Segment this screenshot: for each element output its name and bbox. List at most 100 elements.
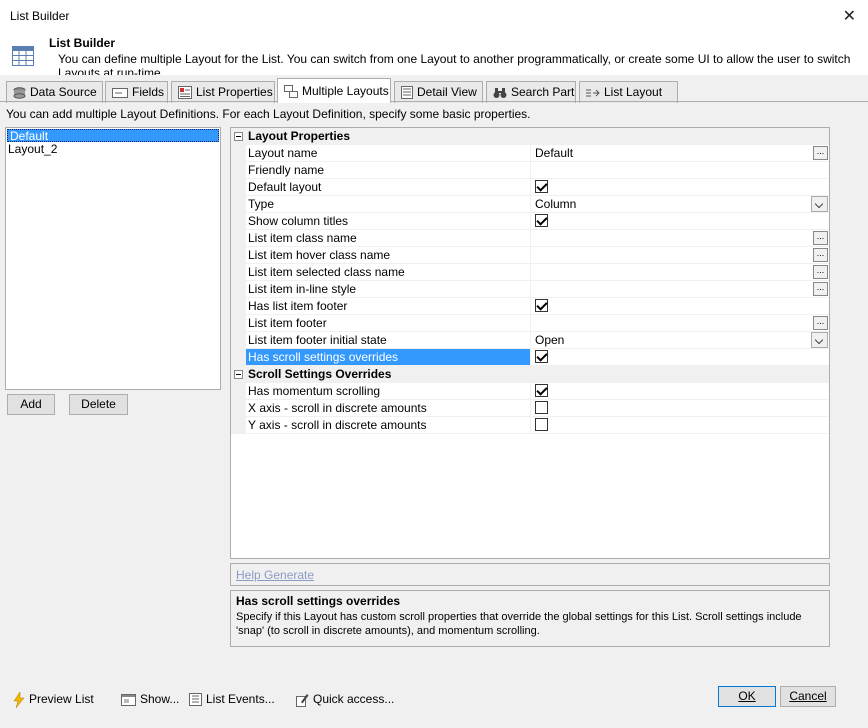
list-item[interactable]: Default xyxy=(7,129,219,142)
list-item[interactable]: Layout_2 xyxy=(6,142,220,156)
description-title: Has scroll settings overrides xyxy=(236,594,401,608)
property-value[interactable]: ... xyxy=(533,315,829,331)
property-row[interactable]: Type Column xyxy=(231,196,829,213)
row-gutter xyxy=(231,332,246,349)
property-value[interactable]: Column xyxy=(533,196,829,212)
tab-list-layout[interactable]: List Layout xyxy=(579,81,678,103)
close-icon[interactable]: ✕ xyxy=(843,6,856,26)
property-value[interactable] xyxy=(533,417,829,433)
chevron-down-icon[interactable] xyxy=(811,332,828,348)
property-label: List item in-line style xyxy=(246,281,531,297)
tab-label: Multiple Layouts xyxy=(302,84,389,98)
preview-label: Preview List xyxy=(29,692,94,706)
row-gutter xyxy=(231,264,246,281)
property-row[interactable]: Layout name Default... xyxy=(231,145,829,162)
property-value[interactable] xyxy=(533,383,829,399)
ellipsis-button[interactable]: ... xyxy=(813,248,828,262)
property-value[interactable]: Default... xyxy=(533,145,829,161)
property-row[interactable]: Default layout xyxy=(231,179,829,196)
property-checkbox[interactable] xyxy=(535,384,548,397)
events-icon xyxy=(189,693,202,707)
property-row[interactable]: Has scroll settings overrides xyxy=(231,349,829,366)
property-checkbox[interactable] xyxy=(535,418,548,431)
description-text: Specify if this Layout has custom scroll… xyxy=(236,611,802,637)
edit-icon xyxy=(296,693,309,707)
property-checkbox[interactable] xyxy=(535,401,548,414)
property-checkbox[interactable] xyxy=(535,180,548,193)
show-button[interactable]: Show... xyxy=(121,690,179,708)
header-panel: List Builder You can define multiple Lay… xyxy=(0,33,868,75)
property-row[interactable]: Has momentum scrolling xyxy=(231,383,829,400)
property-value[interactable]: ... xyxy=(533,247,829,263)
property-row[interactable]: Friendly name xyxy=(231,162,829,179)
property-row[interactable]: X axis - scroll in discrete amounts xyxy=(231,400,829,417)
quick-access-button[interactable]: Quick access... xyxy=(296,690,394,708)
ellipsis-button[interactable]: ... xyxy=(813,316,828,330)
property-value[interactable] xyxy=(533,349,829,365)
tab-label: Fields xyxy=(132,85,165,99)
property-row[interactable]: List item class name... xyxy=(231,230,829,247)
header-title: List Builder xyxy=(49,36,116,50)
layouts-icon xyxy=(284,85,298,99)
property-value[interactable]: ... xyxy=(533,281,829,297)
window-icon xyxy=(121,693,136,706)
list-events-button[interactable]: List Events... xyxy=(189,690,275,708)
chevron-down-icon[interactable] xyxy=(811,196,828,212)
category-title: Layout Properties xyxy=(248,129,351,143)
ellipsis-button[interactable]: ... xyxy=(813,231,828,245)
description-panel: Has scroll settings overrides Specify if… xyxy=(230,590,830,647)
property-value[interactable] xyxy=(533,179,829,195)
ellipsis-button[interactable]: ... xyxy=(813,146,828,160)
property-value[interactable]: Open xyxy=(533,332,829,348)
property-value[interactable] xyxy=(533,162,829,178)
show-label: Show... xyxy=(140,692,180,706)
delete-button[interactable]: Delete xyxy=(69,394,128,415)
tab-fields[interactable]: Fields xyxy=(105,81,168,103)
tab-list-properties[interactable]: List Properties xyxy=(171,81,275,103)
property-row[interactable]: List item hover class name... xyxy=(231,247,829,264)
cancel-button[interactable]: Cancel xyxy=(780,686,836,707)
property-checkbox[interactable] xyxy=(535,214,548,227)
property-value[interactable] xyxy=(533,298,829,314)
property-checkbox[interactable] xyxy=(535,350,548,363)
property-grid: Layout Properties Layout name Default... F… xyxy=(230,127,830,559)
row-gutter xyxy=(231,213,246,230)
property-value[interactable] xyxy=(533,400,829,416)
list-builder-icon xyxy=(12,46,34,66)
help-generate-link[interactable]: Help Generate xyxy=(236,568,314,582)
row-gutter xyxy=(231,400,246,417)
category-scroll-settings: Scroll Settings Overrides xyxy=(231,366,829,383)
ok-label: OK xyxy=(738,689,756,703)
tab-label: Detail View xyxy=(417,85,477,99)
tab-data-source[interactable]: Data Source xyxy=(6,81,103,103)
collapse-icon[interactable] xyxy=(234,132,243,141)
property-value[interactable] xyxy=(533,213,829,229)
property-row[interactable]: List item footer... xyxy=(231,315,829,332)
property-checkbox[interactable] xyxy=(535,299,548,312)
property-row[interactable]: Has list item footer xyxy=(231,298,829,315)
property-row[interactable]: Show column titles xyxy=(231,213,829,230)
ellipsis-button[interactable]: ... xyxy=(813,282,828,296)
property-value[interactable]: ... xyxy=(533,264,829,280)
preview-list-button[interactable]: Preview List xyxy=(13,690,94,708)
property-label: List item hover class name xyxy=(246,247,531,263)
row-gutter xyxy=(231,298,246,315)
property-row[interactable]: List item selected class name... xyxy=(231,264,829,281)
property-row[interactable]: List item footer initial state Open xyxy=(231,332,829,349)
row-gutter xyxy=(231,247,246,264)
ok-button[interactable]: OK xyxy=(718,686,776,707)
row-gutter xyxy=(231,162,246,179)
tab-multiple-layouts[interactable]: Multiple Layouts xyxy=(277,78,391,103)
ellipsis-button[interactable]: ... xyxy=(813,265,828,279)
tab-detail-view[interactable]: Detail View xyxy=(394,81,483,103)
property-value[interactable]: ... xyxy=(533,230,829,246)
cancel-label: Cancel xyxy=(789,689,827,703)
property-label: Layout name xyxy=(246,145,531,161)
add-button[interactable]: Add xyxy=(7,394,55,415)
property-row[interactable]: List item in-line style... xyxy=(231,281,829,298)
tab-search-part[interactable]: Search Part xyxy=(486,81,576,103)
tab-label: Data Source xyxy=(30,85,97,99)
property-row[interactable]: Y axis - scroll in discrete amounts xyxy=(231,417,829,434)
collapse-icon[interactable] xyxy=(234,370,243,379)
layouts-listbox[interactable]: Default Layout_2 xyxy=(5,127,221,390)
